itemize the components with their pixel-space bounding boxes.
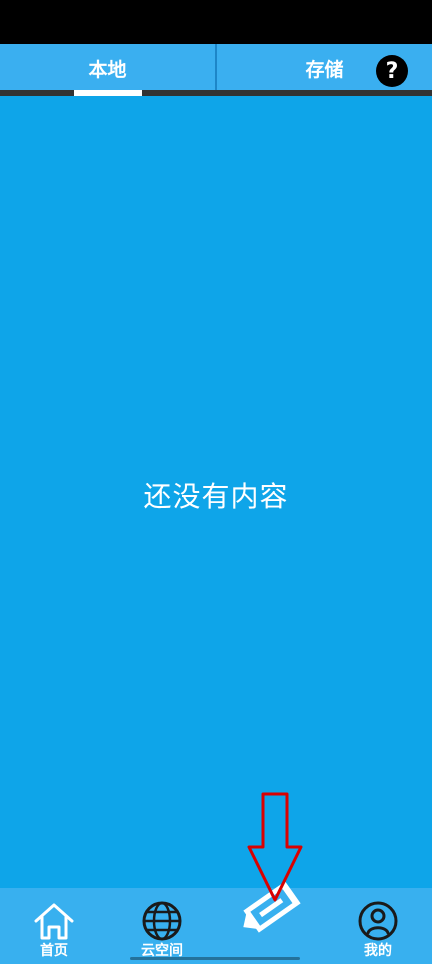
nav-home-label: 首页 <box>40 943 68 959</box>
tab-local-label: 本地 <box>88 59 127 81</box>
status-bar <box>0 0 432 44</box>
app-screen: 本地 存储 ? 还没有内容 首页 云空间 我的 <box>0 0 432 964</box>
nav-cloud-space[interactable]: 云空间 <box>117 888 207 964</box>
top-tab-bar: 本地 存储 <box>0 44 432 96</box>
globe-icon <box>141 900 183 942</box>
home-indicator <box>130 957 300 960</box>
help-icon: ? <box>385 58 399 84</box>
user-icon <box>357 900 399 942</box>
tab-storage-label: 存储 <box>305 59 344 81</box>
nav-me[interactable]: 我的 <box>333 888 423 964</box>
nav-me-label: 我的 <box>364 943 392 959</box>
help-button[interactable]: ? <box>376 55 408 87</box>
empty-state-message: 还没有内容 <box>143 480 289 513</box>
home-icon <box>33 900 75 942</box>
nav-home[interactable]: 首页 <box>9 888 99 964</box>
tab-local[interactable]: 本地 <box>0 44 215 93</box>
annotation-arrow-down-icon <box>246 792 304 903</box>
